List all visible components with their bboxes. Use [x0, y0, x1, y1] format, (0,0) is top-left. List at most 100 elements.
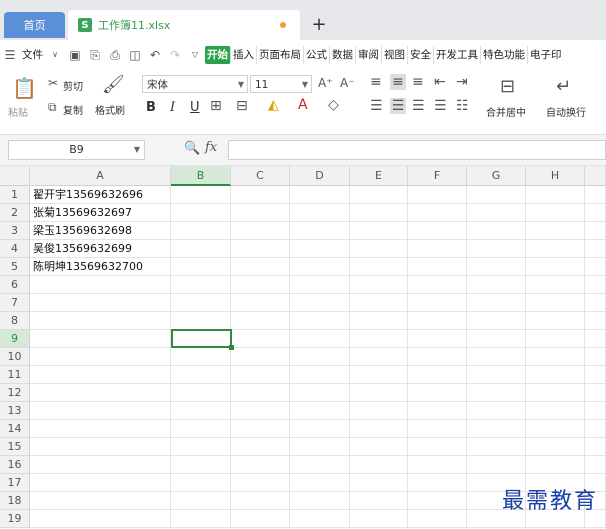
cell-a3[interactable]: 梁玉13569632698 — [30, 222, 171, 240]
row-header-14[interactable]: 14 — [0, 420, 30, 438]
cell-g7[interactable] — [467, 294, 526, 312]
cell-f17[interactable] — [408, 474, 467, 492]
underline-button[interactable]: U — [190, 100, 200, 115]
menu-page-layout[interactable]: 页面布局 — [257, 46, 304, 64]
cell-h16[interactable] — [526, 456, 585, 474]
cell-c2[interactable] — [231, 204, 290, 222]
column-header-a[interactable]: A — [30, 166, 171, 186]
cell-b17[interactable] — [171, 474, 231, 492]
cell-f18[interactable] — [408, 492, 467, 510]
cell-h11[interactable] — [526, 366, 585, 384]
row-header-12[interactable]: 12 — [0, 384, 30, 402]
cell-e14[interactable] — [350, 420, 408, 438]
auto-wrap-button[interactable]: 自动换行 — [546, 104, 586, 119]
cell-i6[interactable] — [585, 276, 606, 294]
cell-i7[interactable] — [585, 294, 606, 312]
cell-c6[interactable] — [231, 276, 290, 294]
cell-a16[interactable] — [30, 456, 171, 474]
cell-b14[interactable] — [171, 420, 231, 438]
cell-e16[interactable] — [350, 456, 408, 474]
align-bottom-icon[interactable]: ≡ — [412, 74, 424, 90]
cell-g9[interactable] — [467, 330, 526, 348]
merge-center-button[interactable]: 合并居中 — [486, 104, 526, 119]
cell-b11[interactable] — [171, 366, 231, 384]
cell-b19[interactable] — [171, 510, 231, 528]
cell-a12[interactable] — [30, 384, 171, 402]
row-header-17[interactable]: 17 — [0, 474, 30, 492]
cell-e10[interactable] — [350, 348, 408, 366]
border-icon[interactable]: ⊞ — [210, 98, 222, 114]
clear-format-icon[interactable]: ◇ — [328, 97, 339, 113]
cell-f3[interactable] — [408, 222, 467, 240]
cell-b1[interactable] — [171, 186, 231, 204]
menu-insert[interactable]: 插入 — [231, 46, 257, 64]
cell-c18[interactable] — [231, 492, 290, 510]
cell-h8[interactable] — [526, 312, 585, 330]
row-header-4[interactable]: 4 — [0, 240, 30, 258]
cell-c8[interactable] — [231, 312, 290, 330]
cell-b6[interactable] — [171, 276, 231, 294]
cell-g12[interactable] — [467, 384, 526, 402]
row-header-19[interactable]: 19 — [0, 510, 30, 528]
cell-d3[interactable] — [290, 222, 350, 240]
cell-a13[interactable] — [30, 402, 171, 420]
cell-b8[interactable] — [171, 312, 231, 330]
select-all-corner[interactable] — [0, 166, 30, 186]
cell-f9[interactable] — [408, 330, 467, 348]
format-painter-icon[interactable]: 🖌 — [102, 74, 125, 95]
cell-c5[interactable] — [231, 258, 290, 276]
cell-g16[interactable] — [467, 456, 526, 474]
row-header-5[interactable]: 5 — [0, 258, 30, 276]
format-painter-button[interactable]: 格式刷 — [95, 102, 125, 117]
hamburger-icon[interactable]: ☰ — [3, 48, 17, 62]
cell-g6[interactable] — [467, 276, 526, 294]
row-header-15[interactable]: 15 — [0, 438, 30, 456]
row-header-1[interactable]: 1 — [0, 186, 30, 204]
row-header-3[interactable]: 3 — [0, 222, 30, 240]
cell-e17[interactable] — [350, 474, 408, 492]
cut-button[interactable]: 剪切 — [63, 78, 83, 93]
cell-a8[interactable] — [30, 312, 171, 330]
fill-handle[interactable] — [229, 345, 234, 350]
cell-a9[interactable] — [30, 330, 171, 348]
indent-decrease-icon[interactable]: ⇤ — [434, 74, 446, 90]
menu-e-seal[interactable]: 电子印 — [528, 46, 564, 64]
cell-c10[interactable] — [231, 348, 290, 366]
cell-d19[interactable] — [290, 510, 350, 528]
cell-b10[interactable] — [171, 348, 231, 366]
cell-b13[interactable] — [171, 402, 231, 420]
cell-f2[interactable] — [408, 204, 467, 222]
new-tab-button[interactable]: + — [308, 12, 330, 36]
cell-h9[interactable] — [526, 330, 585, 348]
row-header-7[interactable]: 7 — [0, 294, 30, 312]
row-header-8[interactable]: 8 — [0, 312, 30, 330]
cell-b3[interactable] — [171, 222, 231, 240]
print-preview-icon[interactable]: ◫ — [128, 48, 142, 62]
cell-e9[interactable] — [350, 330, 408, 348]
cell-e5[interactable] — [350, 258, 408, 276]
cell-d9[interactable] — [290, 330, 350, 348]
cell-e19[interactable] — [350, 510, 408, 528]
cell-d17[interactable] — [290, 474, 350, 492]
cell-i3[interactable] — [585, 222, 606, 240]
align-left-icon[interactable]: ☰ — [370, 98, 383, 114]
paste-icon[interactable]: 📋 — [12, 76, 37, 100]
cell-c14[interactable] — [231, 420, 290, 438]
cell-h1[interactable] — [526, 186, 585, 204]
menu-developer[interactable]: 开发工具 — [434, 46, 481, 64]
fill-color-icon[interactable]: ◭ — [268, 97, 279, 113]
cell-e6[interactable] — [350, 276, 408, 294]
cell-i15[interactable] — [585, 438, 606, 456]
cell-e8[interactable] — [350, 312, 408, 330]
merge-center-icon[interactable]: ⊟ — [500, 76, 515, 97]
cell-d6[interactable] — [290, 276, 350, 294]
cell-f16[interactable] — [408, 456, 467, 474]
row-header-10[interactable]: 10 — [0, 348, 30, 366]
cell-i10[interactable] — [585, 348, 606, 366]
copy-icon[interactable]: ⧉ — [48, 100, 57, 115]
cell-i5[interactable] — [585, 258, 606, 276]
cell-h13[interactable] — [526, 402, 585, 420]
cell-f6[interactable] — [408, 276, 467, 294]
font-name-select[interactable]: 宋体 ▼ — [142, 75, 248, 93]
cell-h6[interactable] — [526, 276, 585, 294]
